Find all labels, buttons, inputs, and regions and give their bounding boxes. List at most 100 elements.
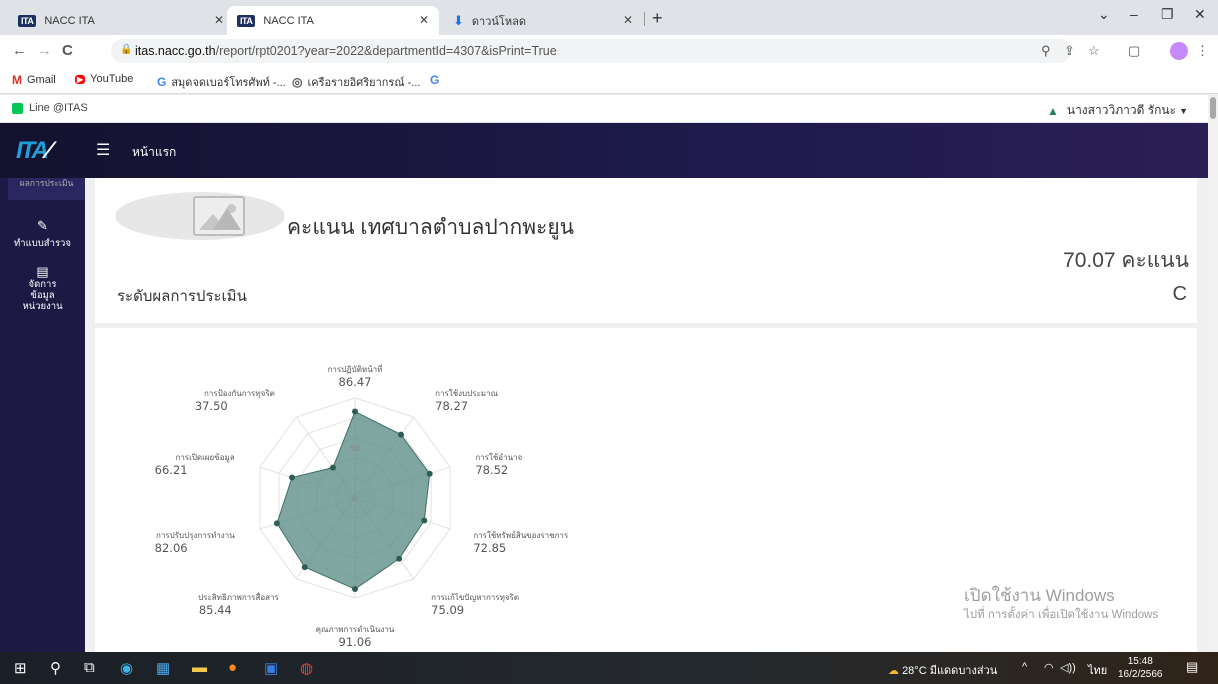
radar-value-label: 78.27 bbox=[435, 399, 468, 413]
clock-time: 15:48 bbox=[1127, 656, 1153, 667]
weather-widget[interactable]: ☁ 28°C มีแดดบางส่วน bbox=[888, 661, 997, 679]
radar-value-label: 91.06 bbox=[339, 635, 372, 649]
sidebar-item-survey[interactable]: ✎ ทำแบบสำรวจ bbox=[0, 218, 85, 251]
logo-text: ITA bbox=[16, 137, 49, 164]
radar-tick-label: 0 bbox=[352, 494, 357, 503]
score-title: คะแนน เทศบาลตำบลปากพะยูน bbox=[287, 216, 574, 239]
radar-category-label: คุณภาพการดำเนินงาน bbox=[316, 625, 395, 634]
close-tab-icon[interactable]: ✕ bbox=[214, 13, 224, 27]
bookmark-label: เครือรายอิศริยากรณ์ -... bbox=[307, 77, 421, 89]
close-tab-icon[interactable]: ✕ bbox=[623, 13, 633, 27]
bell-icon[interactable]: ▲ bbox=[1047, 104, 1059, 118]
edge-icon[interactable]: ◉ bbox=[120, 659, 133, 677]
firefox-icon[interactable]: ● bbox=[228, 659, 237, 676]
ita-favicon-icon: ITA bbox=[237, 14, 256, 27]
bookmark-youtube[interactable]: ▶ YouTube bbox=[75, 73, 133, 85]
line-itas-link[interactable]: Line @ITAS bbox=[12, 102, 88, 114]
file-explorer-icon[interactable]: ▬ bbox=[192, 659, 207, 676]
bookmark-google[interactable]: G bbox=[430, 73, 444, 87]
sidebar-item-label: ผลการประเมิน bbox=[19, 178, 74, 188]
radar-category-label: การใช้งบประมาณ bbox=[435, 389, 498, 398]
sidepanel-icon[interactable]: ▢ bbox=[1128, 43, 1140, 59]
minimize-icon[interactable]: – bbox=[1130, 6, 1138, 22]
youtube-icon: ▶ bbox=[75, 74, 86, 84]
menu-kebab-icon[interactable]: ⋮ bbox=[1196, 43, 1209, 59]
ita-logo[interactable]: ITA⁄ bbox=[16, 137, 51, 165]
sidebar-item-results[interactable]: ผลการประเมิน bbox=[8, 178, 85, 200]
sidebar-item-label: ทำแบบสำรวจ bbox=[14, 238, 71, 249]
share-icon[interactable]: ⇪ bbox=[1064, 43, 1075, 59]
radar-category-label: การแก้ไขปัญหาการทุจริต bbox=[431, 593, 519, 602]
bookmark-star-icon[interactable]: ☆ bbox=[1088, 43, 1100, 59]
scrollbar-thumb[interactable] bbox=[1210, 97, 1216, 119]
notification-icon[interactable]: ▤ bbox=[1186, 659, 1198, 675]
radar-data-point bbox=[426, 470, 433, 477]
radar-data-point bbox=[352, 408, 358, 415]
user-name: นางสาววิภาวดี รักนะ bbox=[1066, 103, 1177, 117]
radar-data-point bbox=[352, 586, 358, 593]
tab-nacc-ita-1[interactable]: ITA NACC ITA ✕ bbox=[8, 6, 234, 35]
bookmark-gmail[interactable]: M Gmail bbox=[12, 73, 56, 87]
bookmark-label: YouTube bbox=[90, 73, 134, 85]
language-indicator[interactable]: ไทย bbox=[1088, 661, 1107, 679]
forward-arrow-icon[interactable]: → bbox=[37, 42, 52, 59]
globe-icon: ◎ bbox=[292, 75, 303, 89]
tab-label: ดาวน์โหลด bbox=[471, 15, 526, 28]
radar-category-label: การปรับปรุงการทำงาน bbox=[156, 531, 235, 540]
windows-taskbar: ⊞ ⚲ ⧉ ◉ ▦ ▬ ● ▣ ◍ ☁ 28°C มีแดดบางส่วน ^ … bbox=[0, 652, 1218, 684]
radar-value-label: 85.44 bbox=[199, 603, 232, 617]
radar-value-label: 82.06 bbox=[155, 541, 188, 555]
user-menu[interactable]: ▲ นางสาววิภาวดี รักนะ ▼ bbox=[1047, 101, 1188, 120]
radar-data-point bbox=[289, 474, 296, 481]
radar-value-label: 72.85 bbox=[473, 541, 506, 555]
word-icon[interactable]: ▣ bbox=[264, 659, 278, 677]
radar-data-point bbox=[329, 464, 336, 471]
wifi-icon[interactable]: ◠ bbox=[1044, 661, 1054, 674]
tab-separator bbox=[644, 12, 645, 26]
home-link[interactable]: หน้าแรก bbox=[132, 143, 176, 162]
clock-date: 16/2/2566 bbox=[1118, 669, 1163, 680]
edit-survey-icon: ✎ bbox=[37, 218, 48, 233]
search-icon[interactable]: ⚲ bbox=[50, 659, 61, 677]
score-value: 70.07 คะแนน bbox=[1063, 249, 1189, 272]
windows-activation-subtitle: ไปที่ การตั้งค่า เพื่อเปิดใช้งาน Windows bbox=[964, 609, 1159, 621]
task-view-icon[interactable]: ⧉ bbox=[84, 659, 95, 676]
chevron-down-icon[interactable]: ⌄ bbox=[1098, 6, 1110, 23]
tray-chevron-icon[interactable]: ^ bbox=[1022, 661, 1027, 673]
site-top-bar: Line @ITAS ▲ นางสาววิภาวดี รักนะ ▼ bbox=[0, 95, 1208, 123]
close-window-icon[interactable]: ✕ bbox=[1194, 6, 1206, 23]
grade-value: C bbox=[1172, 283, 1187, 305]
sidebar-item-manage-data[interactable]: ▤ จัดการข้อมูล หน่วยงาน bbox=[0, 264, 85, 312]
caret-down-icon: ▼ bbox=[1179, 105, 1188, 116]
radar-value-label: 86.47 bbox=[339, 375, 372, 389]
windows-start-icon[interactable]: ⊞ bbox=[14, 659, 27, 677]
tab-nacc-ita-2[interactable]: ITA NACC ITA ✕ bbox=[227, 6, 439, 35]
bookmark-phonebook[interactable]: G สมุดจดเบอร์โทรศัพท์ -... bbox=[157, 73, 286, 91]
zoom-icon[interactable]: ⚲ bbox=[1041, 43, 1051, 59]
clock[interactable]: 15:48 16/2/2566 bbox=[1118, 655, 1163, 681]
hamburger-menu-icon[interactable]: ☰ bbox=[96, 140, 110, 160]
restore-icon[interactable]: ❐ bbox=[1161, 6, 1174, 23]
url-domain: itas.nacc.go.th bbox=[135, 44, 216, 58]
bookmark-insignia[interactable]: ◎ เครือรายอิศริยากรณ์ -... bbox=[292, 73, 420, 91]
address-input[interactable]: 🔒 itas.nacc.go.th/report/rpt0201?year=20… bbox=[111, 39, 1071, 63]
score-card: คะแนน เทศบาลตำบลปากพะยูน 70.07 คะแนน ระด… bbox=[95, 178, 1197, 323]
close-tab-icon[interactable]: ✕ bbox=[419, 13, 429, 27]
ita-favicon-icon: ITA bbox=[18, 14, 37, 27]
new-tab-icon[interactable]: + bbox=[652, 8, 663, 29]
line-icon bbox=[12, 102, 23, 114]
level-label: ระดับผลการประเมิน bbox=[117, 288, 247, 305]
reload-icon[interactable]: C bbox=[62, 42, 73, 59]
chrome-icon[interactable]: ◍ bbox=[300, 659, 313, 677]
url-path: /report/rpt0201?year=2022&departmentId=4… bbox=[215, 44, 557, 58]
google-icon: G bbox=[157, 75, 167, 89]
clipboard-icon: ▤ bbox=[36, 264, 49, 279]
windows-activation-title: เปิดใช้งาน Windows bbox=[964, 586, 1115, 605]
store-icon[interactable]: ▦ bbox=[156, 659, 170, 677]
page-scrollbar[interactable] bbox=[1208, 95, 1218, 652]
tab-download[interactable]: ⬇ ดาวน์โหลด ✕ bbox=[443, 6, 643, 35]
radar-category-label: การเปิดเผยข้อมูล bbox=[175, 453, 234, 463]
profile-avatar[interactable] bbox=[1170, 42, 1188, 60]
volume-icon[interactable]: ◁)) bbox=[1060, 661, 1076, 674]
back-arrow-icon[interactable]: ← bbox=[12, 42, 27, 59]
